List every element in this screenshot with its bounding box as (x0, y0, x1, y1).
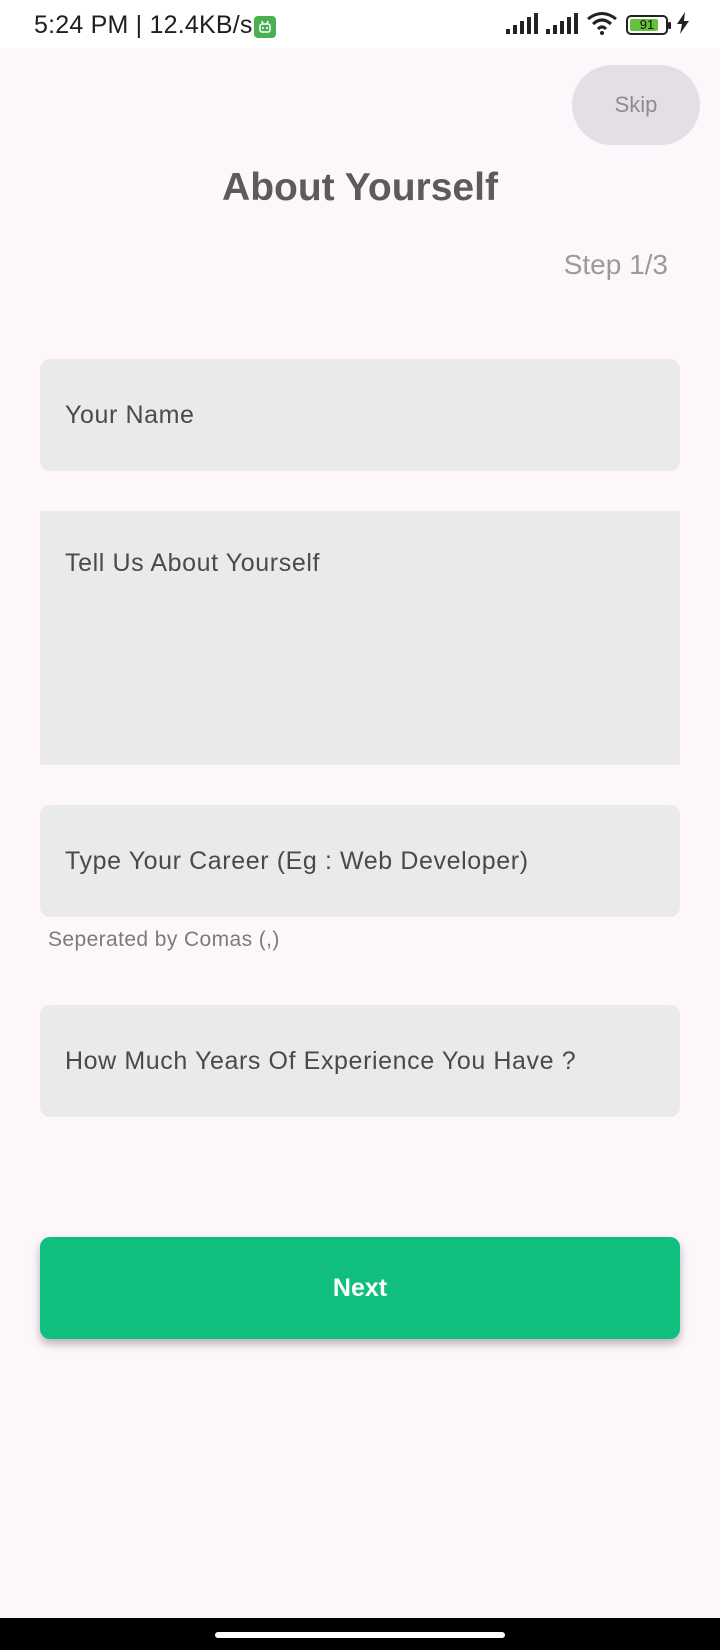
status-time: 5:24 PM | 12.4KB/s (34, 11, 253, 39)
wifi-icon (586, 11, 618, 40)
signal-icon (546, 12, 578, 39)
next-button[interactable]: Next (40, 1237, 680, 1339)
status-icons: 91 (506, 10, 690, 40)
about-placeholder: Tell Us About Yourself (65, 549, 321, 577)
skip-button[interactable]: Skip (572, 65, 700, 145)
experience-placeholder: How Much Years Of Experience You Have ? (65, 1046, 577, 1075)
charging-icon (676, 11, 690, 39)
app-notification-icon (254, 16, 276, 38)
career-placeholder: Type Your Career (Eg : Web Developer) (65, 846, 529, 875)
step-indicator: Step 1/3 (563, 249, 668, 280)
battery-level: 91 (639, 17, 655, 32)
career-input[interactable]: Type Your Career (Eg : Web Developer) (40, 805, 680, 917)
page-title: About Yourself (222, 166, 498, 209)
name-input[interactable]: Your Name (40, 359, 680, 471)
career-helper-text: Seperated by Comas (,) (48, 928, 280, 951)
name-placeholder: Your Name (65, 400, 195, 429)
about-textarea[interactable]: Tell Us About Yourself (40, 511, 680, 765)
battery-icon: 91 (626, 15, 671, 35)
home-indicator[interactable] (215, 1632, 505, 1638)
status-bar: 5:24 PM | 12.4KB/s 91 (0, 0, 720, 48)
signal-icon (506, 12, 538, 39)
experience-input[interactable]: How Much Years Of Experience You Have ? (40, 1005, 680, 1117)
